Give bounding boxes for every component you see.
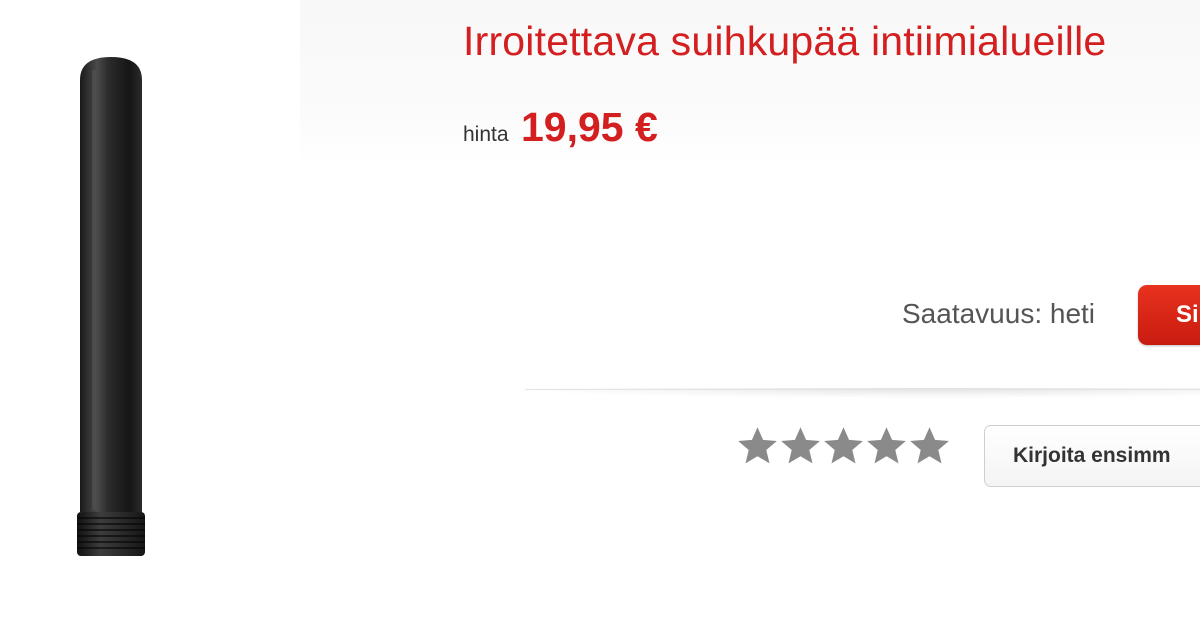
star-icon[interactable] xyxy=(908,424,951,468)
product-image xyxy=(0,0,300,620)
product-page: Irroitettava suihkupää intiimialueille h… xyxy=(0,0,1200,620)
star-icon[interactable] xyxy=(736,424,779,468)
star-icon[interactable] xyxy=(822,424,865,468)
write-review-label: Kirjoita ensimm xyxy=(1013,444,1171,467)
shower-nozzle-image xyxy=(77,57,145,556)
product-title: Irroitettava suihkupää intiimialueille xyxy=(463,18,1107,64)
price-label: hinta xyxy=(463,123,509,146)
price-value: 19,95 € xyxy=(521,104,658,150)
availability-status: Saatavuus: heti xyxy=(902,298,1096,329)
star-icon[interactable] xyxy=(865,424,908,468)
write-review-button[interactable]: Kirjoita ensimm xyxy=(984,425,1200,487)
buy-button[interactable]: Si xyxy=(1138,285,1200,345)
price-row: hinta 19,95 € xyxy=(463,104,658,151)
star-icon[interactable] xyxy=(779,424,822,468)
divider xyxy=(525,389,1200,390)
rating-stars[interactable] xyxy=(736,424,951,470)
buy-button-label: Si xyxy=(1176,301,1199,328)
